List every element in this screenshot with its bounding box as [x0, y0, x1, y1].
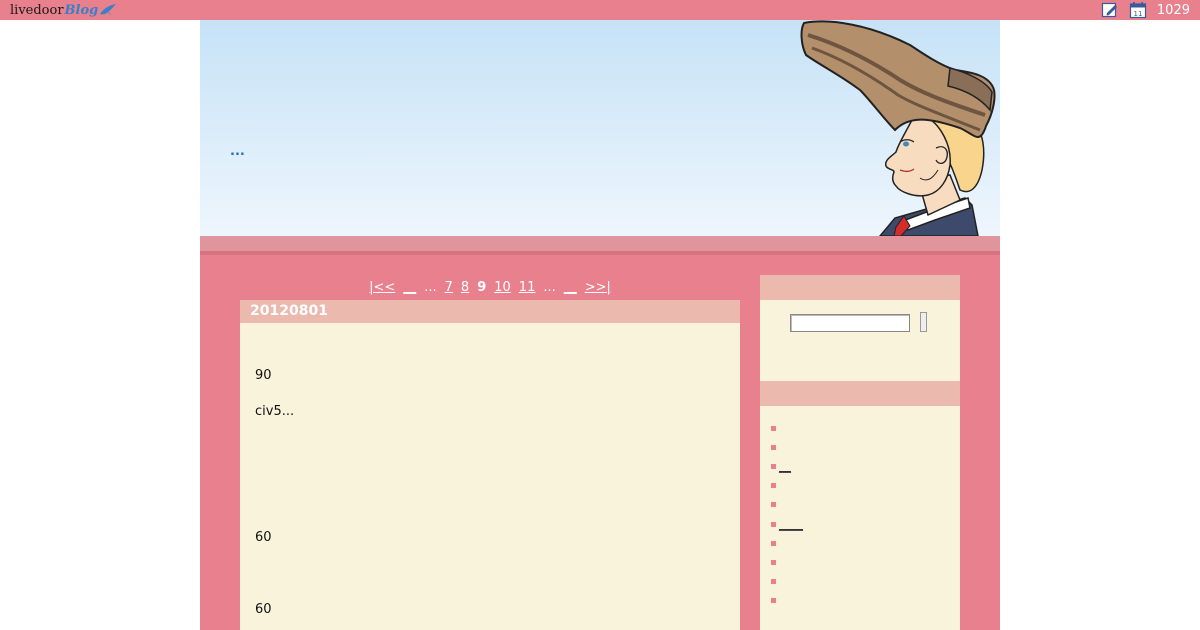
- pager-page-7[interactable]: 7: [445, 280, 453, 295]
- bullet-icon: [771, 426, 776, 432]
- list-item-label[interactable]: __: [779, 458, 791, 475]
- pager-prev[interactable]: __: [403, 280, 416, 295]
- pager-ellipsis-right: ...: [543, 280, 556, 295]
- pager-next[interactable]: __: [564, 280, 577, 295]
- logo-text: livedoor: [10, 2, 64, 18]
- list-item[interactable]: __: [771, 457, 803, 476]
- article-panel: 20120801 90 civ5... 60 60: [240, 300, 740, 630]
- article-text-line: 90: [255, 368, 272, 383]
- list-item[interactable]: [771, 438, 803, 457]
- list-item[interactable]: [771, 495, 803, 514]
- bullet-icon: [771, 502, 776, 508]
- pagination: |<< __ ... 7 8 9 10 11 ... __ >>|: [240, 280, 740, 295]
- calendar-day-text: 11: [1133, 10, 1142, 18]
- pager-page-current: 9: [477, 280, 487, 295]
- sidebar-list-header: [760, 381, 960, 406]
- bullet-icon: [771, 521, 776, 527]
- mascot-illustration: [800, 20, 996, 236]
- article-title[interactable]: 20120801: [240, 300, 740, 323]
- livedoor-blog-logo[interactable]: livedoor Blog: [10, 0, 117, 20]
- bullet-icon: [771, 597, 776, 603]
- bullet-icon: [771, 445, 776, 451]
- list-item[interactable]: [771, 534, 803, 553]
- list-item-label[interactable]: ____: [779, 516, 803, 533]
- search-button[interactable]: [920, 312, 927, 332]
- article-text-line: civ5...: [255, 404, 295, 419]
- list-item[interactable]: ____: [771, 514, 803, 533]
- search-input[interactable]: [790, 314, 910, 332]
- list-item[interactable]: [771, 591, 803, 610]
- pager-ellipsis-left: ...: [424, 280, 437, 295]
- list-item[interactable]: [771, 476, 803, 495]
- blog-title-link[interactable]: ...: [230, 144, 245, 159]
- counter-text: 1029: [1156, 2, 1190, 18]
- bullet-icon: [771, 483, 776, 489]
- dolphin-icon: [100, 4, 117, 16]
- pager-page-11[interactable]: 11: [519, 280, 536, 295]
- blog-header: ...: [200, 20, 1000, 236]
- edit-icon[interactable]: [1101, 1, 1119, 19]
- bullet-icon: [771, 540, 776, 546]
- article-text-line: 60: [255, 602, 272, 617]
- pager-page-10[interactable]: 10: [494, 280, 511, 295]
- sidebar-list-box: __ ____: [760, 406, 960, 630]
- sidebar-search-box: [760, 300, 960, 381]
- bullet-icon: [771, 578, 776, 584]
- sidebar-list: __ ____: [771, 419, 803, 610]
- calendar-icon[interactable]: 11: [1129, 1, 1147, 19]
- list-item[interactable]: [771, 419, 803, 438]
- sidebar-search-header: [760, 275, 960, 300]
- article-text-line: 60: [255, 530, 272, 545]
- logo-blog-text: Blog: [64, 2, 99, 18]
- list-item[interactable]: [771, 553, 803, 572]
- list-item[interactable]: [771, 572, 803, 591]
- pager-first[interactable]: |<<: [369, 280, 395, 295]
- pager-last[interactable]: >>|: [585, 280, 611, 295]
- top-bar: livedoor Blog 11 1029: [0, 0, 1200, 20]
- pager-page-8[interactable]: 8: [461, 280, 469, 295]
- bullet-icon: [771, 559, 776, 565]
- header-band: [200, 236, 1000, 251]
- bullet-icon: [771, 464, 776, 470]
